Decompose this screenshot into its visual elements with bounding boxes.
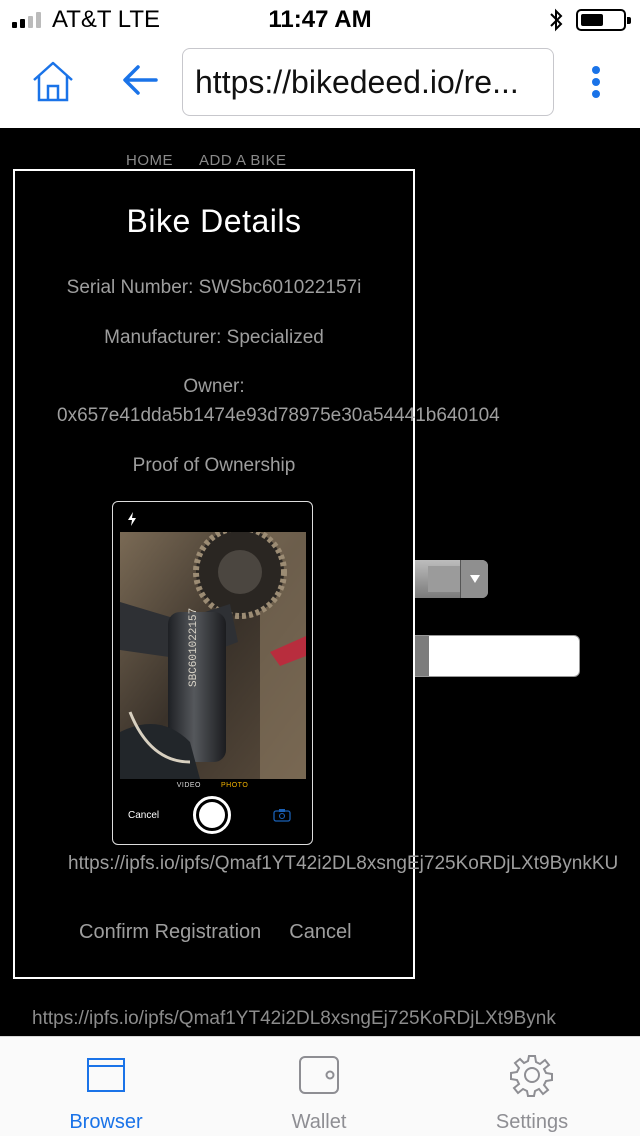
flash-icon [128, 512, 136, 526]
chevron-down-icon [460, 560, 488, 598]
bluetooth-icon [550, 8, 563, 32]
tab-wallet[interactable]: Wallet [239, 1037, 399, 1136]
camera-mode-row: VIDEO PHOTO [113, 782, 312, 789]
tab-browser[interactable]: Browser [26, 1037, 186, 1136]
web-content: HOME ADD A BIKE https://ipfs.io/ipfs/Qma… [0, 128, 640, 1036]
modal-actions: Confirm Registration Cancel [79, 921, 352, 944]
status-bar: AT&T LTE 11:47 AM [0, 0, 640, 40]
url-bar[interactable]: https://bikedeed.io/re... [182, 48, 554, 116]
shutter-button-icon [193, 796, 231, 834]
home-icon[interactable] [30, 58, 76, 104]
more-vertical-icon[interactable] [584, 62, 608, 102]
arrow-left-icon[interactable] [120, 60, 160, 100]
camera-mode-video: VIDEO [176, 782, 202, 789]
browser-toolbar: https://bikedeed.io/re... [0, 40, 640, 128]
nav-add-bike-link[interactable]: ADD A BIKE [199, 152, 287, 169]
serial-number: Serial Number: SWSbc601022157i [66, 277, 362, 298]
nav-home-link[interactable]: HOME [126, 152, 173, 169]
gear-icon [510, 1055, 553, 1097]
tab-bar: Browser Wallet Settings [0, 1036, 640, 1136]
background-text-input[interactable] [414, 635, 580, 677]
wallet-icon [299, 1056, 339, 1094]
flip-camera-icon [273, 809, 291, 822]
url-text: https://bikedeed.io/re... [195, 63, 519, 100]
owner-label: Owner: [183, 376, 245, 397]
camera-cancel-label: Cancel [128, 810, 160, 821]
manufacturer: Manufacturer: Specialized [104, 327, 324, 348]
bike-frame-photo: SBC601022157 [120, 532, 306, 779]
tab-settings[interactable]: Settings [452, 1037, 612, 1136]
owner-address: 0x657e41dda5b1474e93d78975e30a54441b6401… [57, 405, 500, 426]
site-nav: HOME ADD A BIKE [126, 152, 287, 169]
tab-wallet-label: Wallet [291, 1111, 347, 1133]
proof-label: Proof of Ownership [132, 455, 296, 476]
battery-icon [576, 9, 631, 31]
tab-browser-label: Browser [69, 1111, 143, 1133]
background-select[interactable] [414, 560, 488, 598]
status-time: 11:47 AM [268, 6, 372, 33]
proof-ipfs-link[interactable]: https://ipfs.io/ipfs/Qmaf1YT42i2DL8xsngE… [68, 853, 618, 875]
bike-details-modal: Bike Details Serial Number: SWSbc6010221… [13, 169, 618, 979]
confirm-registration-button[interactable]: Confirm Registration [79, 921, 261, 944]
tab-settings-label: Settings [495, 1111, 569, 1133]
cancel-button[interactable]: Cancel [289, 921, 351, 944]
proof-photo: SBC601022157 VIDEO PHOTO Cancel [112, 501, 313, 845]
svg-text:SBC601022157: SBC601022157 [188, 608, 200, 687]
browser-window-icon [87, 1058, 125, 1092]
camera-mode-photo: PHOTO [221, 782, 249, 789]
background-ipfs-url: https://ipfs.io/ipfs/Qmaf1YT42i2DL8xsngE… [32, 1008, 556, 1029]
modal-title: Bike Details [126, 203, 302, 239]
